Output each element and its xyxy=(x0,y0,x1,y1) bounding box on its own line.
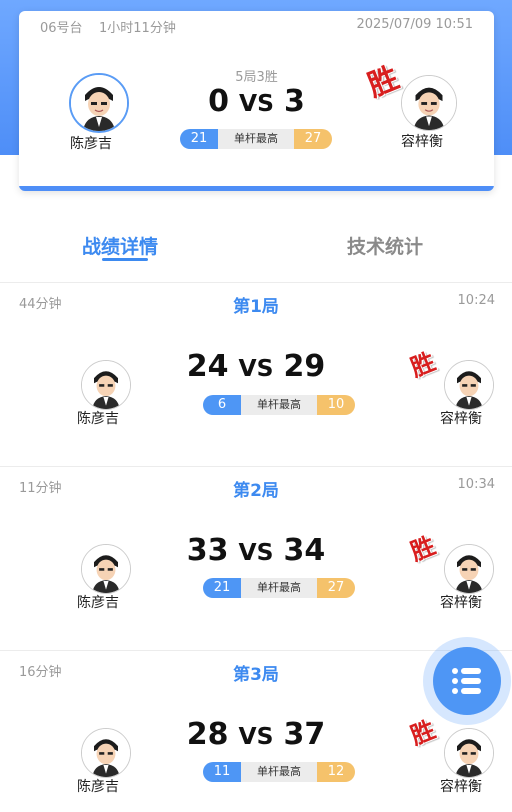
left-score: 28 xyxy=(186,717,229,752)
right-score: 34 xyxy=(283,533,326,568)
table-number: 06号台 xyxy=(40,21,83,36)
high-break-label: 单杆最高 xyxy=(241,578,317,598)
match-datetime: 2025/07/09 10:51 xyxy=(356,17,473,32)
vs-label: VS xyxy=(239,89,274,117)
left-player-name: 陈彦吉 xyxy=(70,136,112,152)
menu-fab-button[interactable] xyxy=(423,637,511,725)
left-player-name: 陈彦吉 xyxy=(77,411,119,427)
vs-label: VS xyxy=(238,722,274,750)
match-duration: 1小时11分钟 xyxy=(99,21,176,36)
high-break-label: 单杆最高 xyxy=(241,395,317,415)
high-break-bar: 21 单杆最高 27 xyxy=(180,129,332,149)
high-break-label: 单杆最高 xyxy=(241,762,317,782)
list-icon xyxy=(452,668,481,694)
game-card[interactable]: 44分钟 第1局 10:24 陈彦吉 24 VS 29 6 单杆最高 10 胜 容梓… xyxy=(0,283,512,467)
left-player-name: 陈彦吉 xyxy=(77,595,119,611)
player-avatar-icon xyxy=(445,361,493,409)
match-summary-card: 06号台 1小时11分钟 2025/07/09 10:51 5局3胜 陈彦吉 0… xyxy=(19,11,494,191)
right-player-avatar[interactable] xyxy=(444,728,494,778)
player-avatar-icon xyxy=(445,729,493,777)
player-avatar-icon xyxy=(402,76,456,130)
right-player-name: 容梓衡 xyxy=(401,134,443,150)
right-player-avatar[interactable] xyxy=(444,360,494,410)
left-high-break: 11 xyxy=(203,762,241,782)
right-high-break: 10 xyxy=(317,395,355,415)
high-break-bar: 11 单杆最高 12 xyxy=(203,762,355,782)
left-player-name: 陈彦吉 xyxy=(77,779,119,795)
game-title: 第1局 xyxy=(233,297,279,317)
right-high-break: 27 xyxy=(317,578,355,598)
vs-label: VS xyxy=(238,354,274,382)
card-bottom-bar xyxy=(19,186,494,191)
right-score: 37 xyxy=(283,717,326,752)
fab-inner xyxy=(433,647,501,715)
right-player-avatar[interactable] xyxy=(444,544,494,594)
tab-record-details[interactable]: 战绩详情 xyxy=(82,232,158,259)
right-score: 29 xyxy=(283,349,326,384)
left-high-break: 6 xyxy=(203,395,241,415)
right-score: 3 xyxy=(283,84,305,119)
right-high-break: 12 xyxy=(317,762,355,782)
right-player-name: 容梓衡 xyxy=(440,595,482,611)
high-break-bar: 21 单杆最高 27 xyxy=(203,578,355,598)
left-high-break: 21 xyxy=(180,129,218,149)
game-card[interactable]: 11分钟 第2局 10:34 陈彦吉 33 VS 34 21 单杆最高 27 胜 容… xyxy=(0,467,512,651)
right-player-name: 容梓衡 xyxy=(440,411,482,427)
game-time: 10:34 xyxy=(457,477,495,492)
game-time: 10:24 xyxy=(457,293,495,308)
game-title: 第2局 xyxy=(233,481,279,501)
player-avatar-icon xyxy=(445,545,493,593)
vs-label: VS xyxy=(238,538,274,566)
left-score: 0 xyxy=(208,84,230,119)
high-break-label: 单杆最高 xyxy=(218,129,294,149)
left-score: 24 xyxy=(186,349,229,384)
active-tab-indicator xyxy=(102,258,148,261)
high-break-bar: 6 单杆最高 10 xyxy=(203,395,355,415)
left-score: 33 xyxy=(186,533,229,568)
right-player-name: 容梓衡 xyxy=(440,779,482,795)
right-player-avatar[interactable] xyxy=(401,75,457,131)
right-high-break: 27 xyxy=(294,129,332,149)
left-high-break: 21 xyxy=(203,578,241,598)
tab-bar: 战绩详情 技术统计 xyxy=(0,218,512,280)
tab-tech-stats[interactable]: 技术统计 xyxy=(347,232,423,259)
